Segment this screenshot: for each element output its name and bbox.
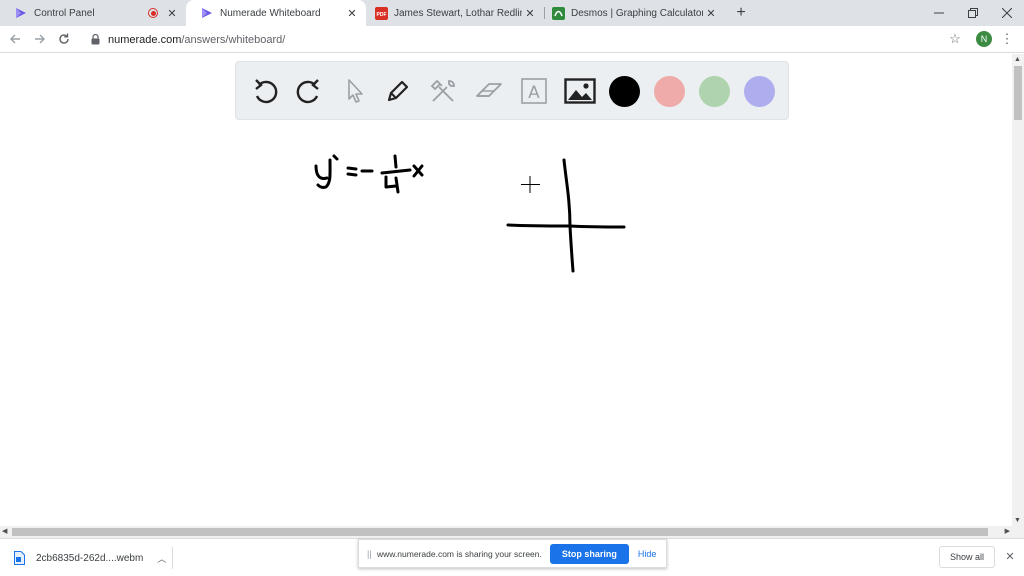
svg-text:PDF: PDF xyxy=(376,12,386,18)
tab-title: Control Panel xyxy=(34,7,95,19)
horizontal-scrollbar[interactable]: ◀ ▶ xyxy=(0,526,1024,538)
kebab-menu-icon[interactable]: ⋮ xyxy=(1000,30,1014,48)
tab-desmos[interactable]: Desmos | Graphing Calculator ✕ xyxy=(545,0,725,26)
scrollbar-thumb[interactable] xyxy=(1014,66,1022,120)
bookmark-star-icon[interactable]: ☆ xyxy=(946,30,964,48)
close-tab-icon[interactable]: ✕ xyxy=(703,5,719,21)
undo-icon xyxy=(255,79,278,104)
pen-icon xyxy=(387,80,409,102)
scrollbar-thumb[interactable] xyxy=(12,528,988,536)
reload-icon[interactable] xyxy=(55,30,73,48)
color-swatch-black[interactable] xyxy=(609,76,640,107)
show-all-button[interactable]: Show all xyxy=(939,546,995,568)
image-tool-button[interactable] xyxy=(563,74,597,108)
select-tool-button[interactable] xyxy=(337,74,371,108)
pdf-icon: PDF xyxy=(374,6,388,20)
recording-icon xyxy=(148,8,158,18)
forward-arrow-icon[interactable] xyxy=(31,30,49,48)
chevron-up-icon[interactable]: ︿ xyxy=(157,552,166,565)
scroll-up-arrow-icon[interactable]: ▲ xyxy=(1014,56,1021,63)
text-tool-glyph: A xyxy=(528,83,540,103)
tab-title: James Stewart, Lothar Redlin, Sal xyxy=(394,7,522,19)
restore-button[interactable] xyxy=(956,0,990,26)
whiteboard-drawing xyxy=(314,154,626,273)
tab-control-panel[interactable]: Control Panel ✕ xyxy=(0,0,186,26)
url-path: /answers/whiteboard/ xyxy=(181,33,286,46)
desmos-logo-icon xyxy=(551,6,565,20)
handwritten-equation xyxy=(314,154,424,194)
close-tab-icon[interactable]: ✕ xyxy=(164,5,180,21)
pen-tool-button[interactable] xyxy=(381,74,415,108)
hide-button[interactable]: Hide xyxy=(638,549,657,559)
undo-button[interactable] xyxy=(248,74,282,108)
whiteboard-toolbar: A xyxy=(235,61,789,120)
download-item[interactable]: 2cb6835d-262d....webm ︿ xyxy=(12,547,166,569)
tab-title: Numerade Whiteboard xyxy=(220,7,321,19)
stop-sharing-button[interactable]: Stop sharing xyxy=(549,543,629,564)
url-host: numerade.com xyxy=(108,33,182,46)
browser-toolbar: numerade.com/answers/whiteboard/ ☆ N ⋮ xyxy=(0,26,1024,53)
url-text: numerade.com/answers/whiteboard/ xyxy=(108,34,285,46)
back-arrow-icon[interactable] xyxy=(6,30,24,48)
image-icon xyxy=(564,78,596,104)
color-swatch-green[interactable] xyxy=(699,76,730,107)
coordinate-axes xyxy=(506,158,626,273)
close-window-button[interactable] xyxy=(990,0,1024,26)
numerade-logo-icon xyxy=(14,6,28,20)
new-tab-button[interactable]: + xyxy=(731,3,751,23)
scroll-down-arrow-icon[interactable]: ▼ xyxy=(1014,517,1021,524)
scroll-right-arrow-icon[interactable]: ▶ xyxy=(1005,527,1010,535)
tab-title: Desmos | Graphing Calculator xyxy=(571,7,703,19)
numerade-logo-icon xyxy=(200,6,214,20)
scroll-left-arrow-icon[interactable]: ◀ xyxy=(2,527,7,535)
text-tool-button[interactable]: A xyxy=(517,74,551,108)
profile-avatar[interactable]: N xyxy=(976,31,992,47)
close-tab-icon[interactable]: ✕ xyxy=(522,5,538,21)
text-box-icon: A xyxy=(521,78,547,104)
screen-sharing-bar: || www.numerade.com is sharing your scre… xyxy=(358,539,667,568)
lock-icon xyxy=(88,33,102,47)
pointer-arrow-icon xyxy=(348,79,363,103)
tab-james-stewart-pdf[interactable]: PDF James Stewart, Lothar Redlin, Sal ✕ xyxy=(366,0,544,26)
file-icon xyxy=(12,550,26,566)
address-bar[interactable]: numerade.com/answers/whiteboard/ xyxy=(80,29,970,50)
color-swatch-lavender[interactable] xyxy=(744,76,775,107)
redo-button[interactable] xyxy=(292,74,326,108)
vertical-scrollbar[interactable]: ▲ ▼ xyxy=(1012,54,1024,526)
eraser-icon xyxy=(476,83,502,97)
tab-strip: Control Panel ✕ Numerade Whiteboard ✕ PD… xyxy=(0,0,1024,26)
color-swatch-pink[interactable] xyxy=(654,76,685,107)
close-shelf-icon[interactable]: ✕ xyxy=(1003,549,1017,563)
tools-button[interactable] xyxy=(426,74,460,108)
sharing-message: www.numerade.com is sharing your screen. xyxy=(377,548,542,559)
close-tab-icon[interactable]: ✕ xyxy=(344,5,360,21)
download-filename: 2cb6835d-262d....webm xyxy=(36,552,144,564)
hammer-wrench-icon xyxy=(430,79,455,102)
tab-numerade-whiteboard[interactable]: Numerade Whiteboard ✕ xyxy=(186,0,366,26)
divider xyxy=(172,547,173,569)
redo-icon xyxy=(296,79,319,104)
crosshair-cursor-icon xyxy=(521,176,540,193)
minimize-button[interactable] xyxy=(922,0,956,26)
drag-handle-icon[interactable]: || xyxy=(367,549,373,559)
eraser-button[interactable] xyxy=(472,74,506,108)
